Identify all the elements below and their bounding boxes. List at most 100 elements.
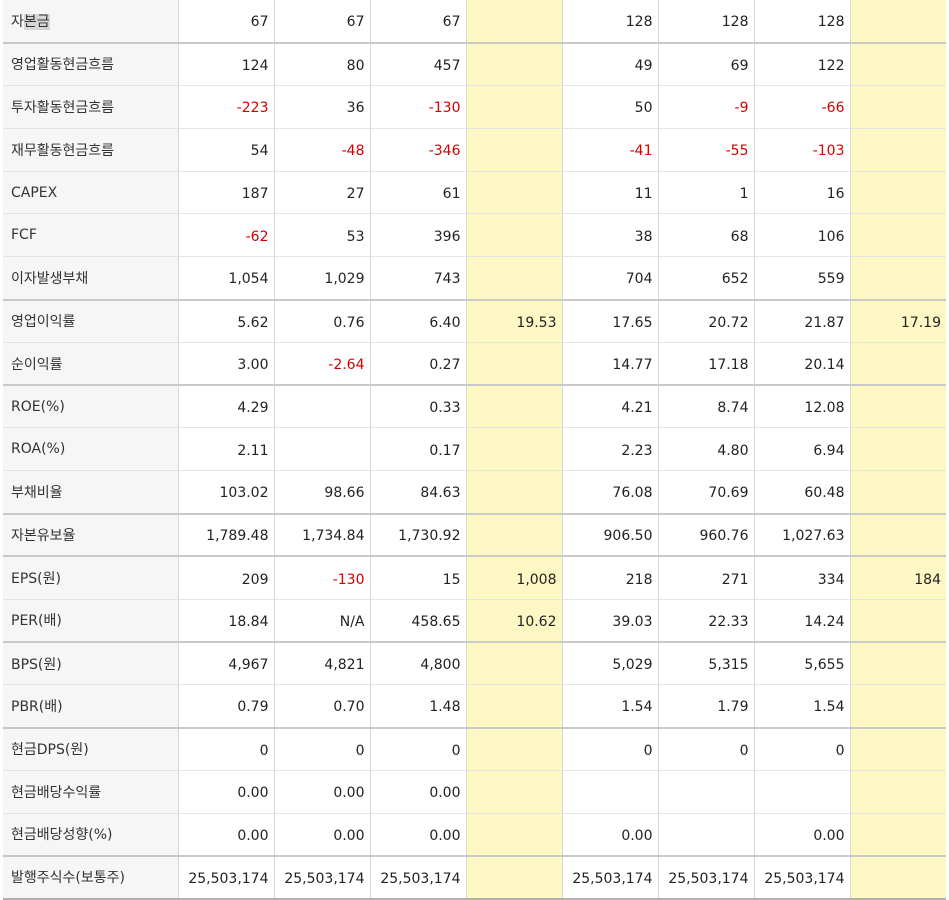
cell: 67 bbox=[177, 0, 274, 44]
cell: 271 bbox=[657, 556, 754, 600]
cell: 25,503,174 bbox=[177, 855, 274, 900]
cell: 1,730.92 bbox=[369, 513, 466, 558]
cell bbox=[849, 427, 946, 472]
row-label: 부채비율 bbox=[3, 470, 178, 515]
row-operating-margin: 영업이익률 5.62 0.76 6.40 19.53 17.65 20.72 21.87 1… bbox=[3, 299, 946, 343]
row-label: 현금배당성향(%) bbox=[3, 813, 178, 857]
cell: -55 bbox=[657, 128, 754, 172]
cell: 209 bbox=[177, 556, 274, 600]
cell: 0.70 bbox=[273, 684, 370, 729]
cell: 960.76 bbox=[657, 513, 754, 558]
cell: 53 bbox=[273, 213, 370, 258]
cell: 61 bbox=[369, 171, 466, 215]
cell bbox=[561, 770, 658, 814]
cell: -130 bbox=[273, 556, 370, 600]
cell: 0.00 bbox=[177, 770, 274, 814]
cell: -48 bbox=[273, 128, 370, 172]
cell: 0.17 bbox=[369, 427, 466, 472]
row-pbr: PBR(배) 0.79 0.70 1.48 1.54 1.79 1.54 bbox=[3, 684, 946, 729]
cell: 6.40 bbox=[369, 299, 466, 343]
financial-table: 자본금 67 67 67 128 128 128 영업활동현금흐름 124 80 457 4… bbox=[3, 0, 946, 900]
cell: 4.29 bbox=[177, 385, 274, 429]
cell: 5.62 bbox=[177, 299, 274, 343]
cell: 17.19 bbox=[849, 299, 946, 343]
cell: 4,967 bbox=[177, 641, 274, 686]
cell: 38 bbox=[561, 213, 658, 258]
row-label: PBR(배) bbox=[3, 684, 178, 729]
cell: 14.77 bbox=[561, 342, 658, 387]
row-label: 영업활동현금흐름 bbox=[3, 42, 178, 87]
cell: 1.79 bbox=[657, 684, 754, 729]
row-fcf: FCF -62 53 396 38 68 106 bbox=[3, 213, 946, 258]
cell: 704 bbox=[561, 256, 658, 301]
row-label: 영업이익률 bbox=[3, 299, 178, 343]
cell: 17.18 bbox=[657, 342, 754, 387]
cell: 1 bbox=[657, 171, 754, 215]
cell bbox=[273, 427, 370, 472]
cell: 218 bbox=[561, 556, 658, 600]
cell: 22.33 bbox=[657, 599, 754, 643]
cell: 457 bbox=[369, 42, 466, 87]
cell: 98.66 bbox=[273, 470, 370, 515]
cell: 128 bbox=[657, 0, 754, 44]
cell: 1,789.48 bbox=[177, 513, 274, 558]
cell: 60.48 bbox=[753, 470, 850, 515]
cell bbox=[465, 256, 562, 301]
cell: N/A bbox=[273, 599, 370, 643]
row-eps: EPS(원) 209 -130 15 1,008 218 271 334 184 bbox=[3, 556, 946, 600]
cell: 16 bbox=[753, 171, 850, 215]
cell: 652 bbox=[657, 256, 754, 301]
cell: 70.69 bbox=[657, 470, 754, 515]
row-dividend-yield: 현금배당수익률 0.00 0.00 0.00 bbox=[3, 770, 946, 814]
cell: 0.00 bbox=[273, 770, 370, 814]
cell: 20.14 bbox=[753, 342, 850, 387]
cell: 396 bbox=[369, 213, 466, 258]
cell bbox=[465, 641, 562, 686]
cell: 68 bbox=[657, 213, 754, 258]
cell: -41 bbox=[561, 128, 658, 172]
cell: 0.00 bbox=[369, 813, 466, 857]
row-label: CAPEX bbox=[3, 171, 178, 215]
cell: 128 bbox=[753, 0, 850, 44]
cell: 1.48 bbox=[369, 684, 466, 729]
cell: 19.53 bbox=[465, 299, 562, 343]
cell: 0.00 bbox=[753, 813, 850, 857]
row-label: 현금배당수익률 bbox=[3, 770, 178, 814]
cell: 0.76 bbox=[273, 299, 370, 343]
row-reserve-ratio: 자본유보율 1,789.48 1,734.84 1,730.92 906.50 960… bbox=[3, 513, 946, 558]
cell bbox=[465, 385, 562, 429]
cell: 4,800 bbox=[369, 641, 466, 686]
cell: 4.80 bbox=[657, 427, 754, 472]
cell bbox=[465, 342, 562, 387]
cell bbox=[465, 727, 562, 771]
row-roa: ROA(%) 2.11 0.17 2.23 4.80 6.94 bbox=[3, 427, 946, 472]
cell bbox=[273, 385, 370, 429]
row-label: ROA(%) bbox=[3, 427, 178, 472]
cell: 25,503,174 bbox=[273, 855, 370, 900]
cell: 122 bbox=[753, 42, 850, 87]
cell: 25,503,174 bbox=[369, 855, 466, 900]
row-label: 이자발생부채 bbox=[3, 256, 178, 301]
cell: 39.03 bbox=[561, 599, 658, 643]
cell bbox=[849, 727, 946, 771]
cell: 14.24 bbox=[753, 599, 850, 643]
cell: 21.87 bbox=[753, 299, 850, 343]
cell bbox=[849, 855, 946, 900]
cell: 0 bbox=[561, 727, 658, 771]
cell bbox=[465, 171, 562, 215]
cell: 54 bbox=[177, 128, 274, 172]
row-debt-ratio: 부채비율 103.02 98.66 84.63 76.08 70.69 60.48 bbox=[3, 470, 946, 515]
cell: 49 bbox=[561, 42, 658, 87]
cell bbox=[465, 427, 562, 472]
cell bbox=[849, 213, 946, 258]
row-capex: CAPEX 187 27 61 11 1 16 bbox=[3, 171, 946, 215]
cell: 103.02 bbox=[177, 470, 274, 515]
row-label: 자본유보율 bbox=[3, 513, 178, 558]
cell bbox=[465, 128, 562, 172]
cell: 0 bbox=[369, 727, 466, 771]
cell: 5,029 bbox=[561, 641, 658, 686]
cell: 458.65 bbox=[369, 599, 466, 643]
cell: 124 bbox=[177, 42, 274, 87]
cell: 3.00 bbox=[177, 342, 274, 387]
cell bbox=[465, 770, 562, 814]
